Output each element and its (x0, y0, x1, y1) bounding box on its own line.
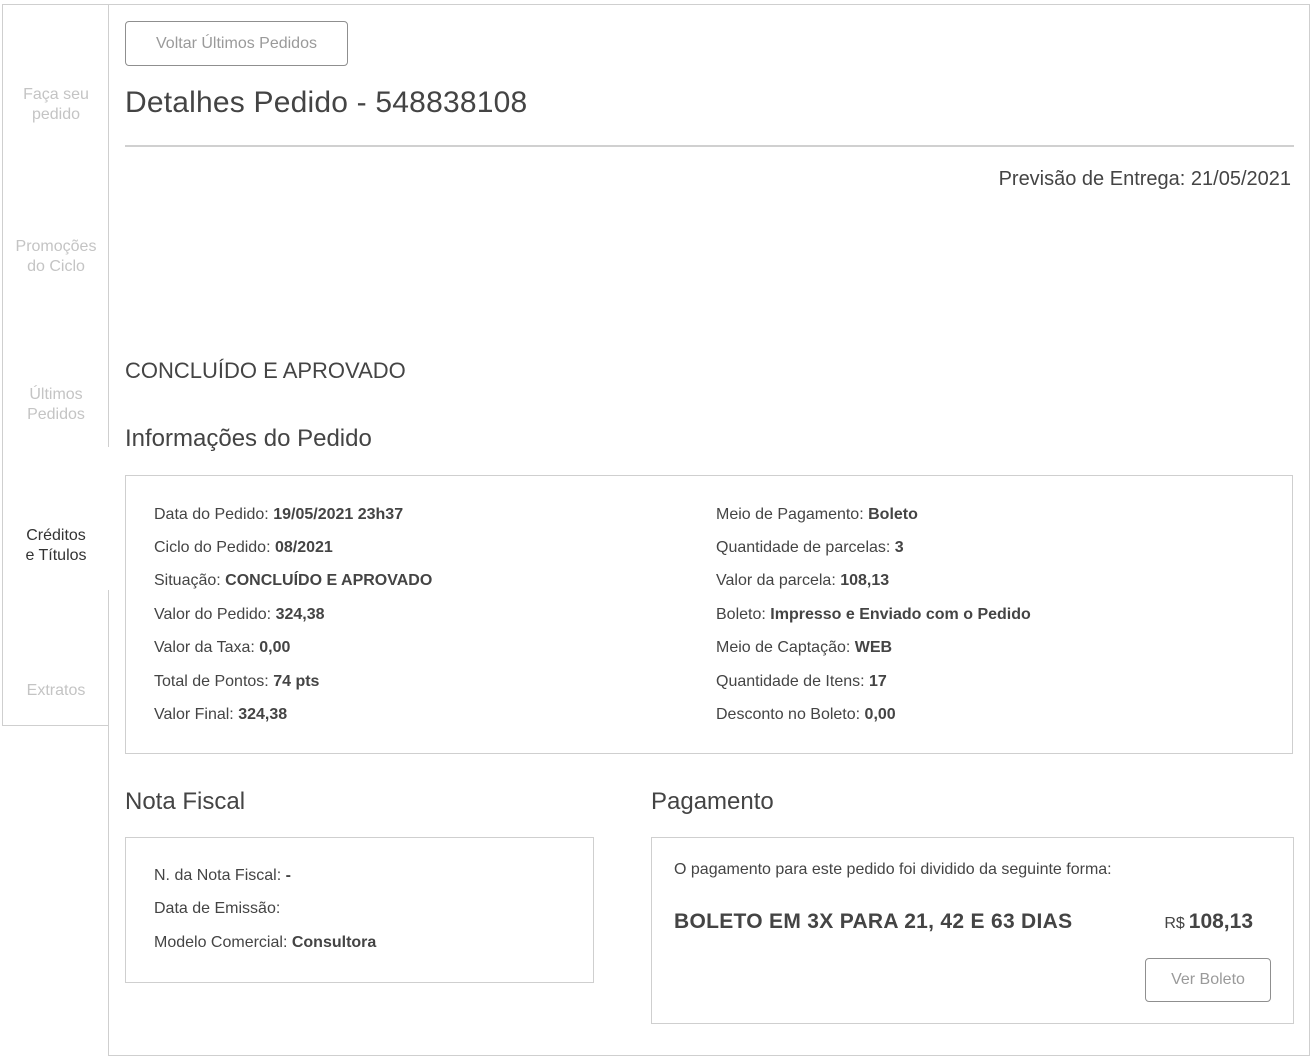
info-capture-channel: Meio de Captação: WEB (716, 639, 892, 657)
active-tab-connector (107, 447, 110, 590)
info-value: 17 (869, 673, 887, 690)
invoice-issue-date: Data de Emissão: (154, 900, 280, 918)
sidebar-item-label: do Ciclo (27, 258, 85, 275)
invoice-box: N. da Nota Fiscal: - Data de Emissão: Mo… (125, 837, 594, 983)
order-status: CONCLUÍDO E APROVADO (125, 358, 406, 383)
info-label: Desconto no Boleto: (716, 706, 861, 723)
sidebar-nav: Faça seu pedido Promoções do Ciclo Últim… (2, 4, 109, 726)
payment-box: O pagamento para este pedido foi dividid… (651, 837, 1294, 1024)
info-value: Boleto (868, 506, 918, 523)
info-value: - (285, 867, 291, 884)
info-label: Modelo Comercial: (154, 934, 288, 951)
page-title: Detalhes Pedido - 548838108 (125, 86, 528, 119)
info-order-date: Data do Pedido: 19/05/2021 23h37 (154, 506, 403, 524)
info-label: Situação: (154, 572, 221, 589)
amount-value: 108,13 (1188, 910, 1253, 933)
sidebar-item-extratos[interactable]: Extratos (3, 681, 109, 701)
info-value: 324,38 (275, 606, 325, 623)
sidebar-item-creditos-titulos[interactable]: Créditos e Títulos (3, 526, 109, 566)
info-label: Meio de Pagamento: (716, 506, 864, 523)
info-final-value: Valor Final: 324,38 (154, 706, 287, 724)
info-label: Boleto: (716, 606, 766, 623)
info-value: Impresso e Enviado com o Pedido (770, 606, 1031, 623)
sidebar-item-faca-seu-pedido[interactable]: Faça seu pedido (3, 85, 109, 125)
title-divider (125, 145, 1294, 147)
invoice-number: N. da Nota Fiscal: - (154, 867, 291, 885)
sidebar-item-label: Créditos (26, 527, 86, 544)
sidebar-item-label: Pedidos (27, 406, 85, 423)
info-situation: Situação: CONCLUÍDO E APROVADO (154, 572, 432, 590)
info-label: Valor da parcela: (716, 572, 836, 589)
invoice-commercial-model: Modelo Comercial: Consultora (154, 934, 376, 952)
currency-symbol: R$ (1164, 915, 1185, 932)
info-order-value: Valor do Pedido: 324,38 (154, 606, 325, 624)
info-boleto-discount: Desconto no Boleto: 0,00 (716, 706, 896, 724)
info-value: 324,38 (238, 706, 288, 723)
payment-title: Pagamento (651, 788, 774, 815)
info-item-count: Quantidade de Itens: 17 (716, 673, 887, 691)
order-info-box: Data do Pedido: 19/05/2021 23h37 Ciclo d… (125, 475, 1293, 754)
sidebar-item-label: pedido (31, 106, 81, 123)
info-value: CONCLUÍDO E APROVADO (225, 572, 433, 589)
payment-amount: R$ 108,13 (1164, 910, 1253, 934)
info-value: WEB (854, 639, 893, 656)
payment-method: BOLETO EM 3X PARA 21, 42 E 63 DIAS (674, 910, 1073, 933)
info-label: Quantidade de Itens: (716, 673, 865, 690)
back-to-orders-button[interactable]: Voltar Últimos Pedidos (125, 21, 348, 66)
info-label: Ciclo do Pedido: (154, 539, 271, 556)
info-installment-value: Valor da parcela: 108,13 (716, 572, 889, 590)
info-order-cycle: Ciclo do Pedido: 08/2021 (154, 539, 333, 557)
info-value: Consultora (291, 934, 377, 951)
sidebar-item-promocoes[interactable]: Promoções do Ciclo (3, 237, 109, 277)
info-label: Total de Pontos: (154, 673, 269, 690)
info-value: 108,13 (840, 572, 890, 589)
info-label: Data de Emissão: (154, 900, 281, 917)
info-label: N. da Nota Fiscal: (154, 867, 282, 884)
info-label: Valor do Pedido: (154, 606, 272, 623)
sidebar-item-label: Promoções (15, 238, 97, 255)
info-value: 08/2021 (274, 539, 333, 556)
info-boleto: Boleto: Impresso e Enviado com o Pedido (716, 606, 1031, 624)
sidebar-item-label: Faça seu (23, 86, 89, 103)
info-value: 0,00 (259, 639, 291, 656)
delivery-forecast: Previsão de Entrega: 21/05/2021 (998, 168, 1291, 190)
sidebar-item-ultimos-pedidos[interactable]: Últimos Pedidos (3, 385, 109, 425)
info-label: Valor Final: (154, 706, 234, 723)
payment-description: O pagamento para este pedido foi dividid… (674, 861, 1112, 878)
info-label: Data do Pedido: (154, 506, 269, 523)
sidebar-item-label: e Títulos (25, 547, 87, 564)
info-installments: Quantidade de parcelas: 3 (716, 539, 904, 557)
info-label: Quantidade de parcelas: (716, 539, 891, 556)
info-payment-method: Meio de Pagamento: Boleto (716, 506, 918, 524)
info-value: 19/05/2021 23h37 (273, 506, 404, 523)
sidebar-item-label: Últimos (29, 386, 83, 403)
info-points: Total de Pontos: 74 pts (154, 673, 319, 691)
info-fee: Valor da Taxa: 0,00 (154, 639, 290, 657)
invoice-title: Nota Fiscal (125, 788, 246, 815)
info-label: Meio de Captação: (716, 639, 851, 656)
order-info-title: Informações do Pedido (125, 425, 372, 452)
info-value: 0,00 (864, 706, 896, 723)
view-boleto-button[interactable]: Ver Boleto (1145, 958, 1271, 1002)
info-value: 3 (894, 539, 904, 556)
sidebar-item-label: Extratos (26, 682, 86, 699)
info-label: Valor da Taxa: (154, 639, 255, 656)
info-value: 74 pts (273, 673, 320, 690)
